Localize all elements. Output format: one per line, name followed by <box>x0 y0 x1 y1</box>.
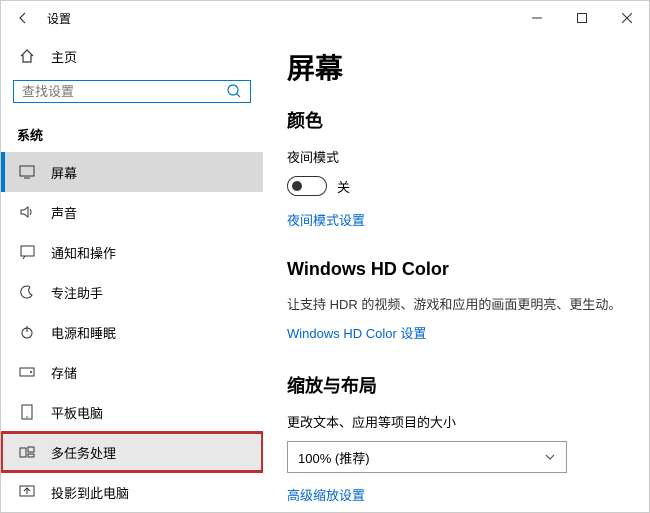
notification-icon <box>19 245 35 259</box>
nav-item-notifications[interactable]: 通知和操作 <box>1 232 263 272</box>
moon-icon <box>19 285 35 299</box>
main-content: 屏幕 颜色 夜间模式 关 夜间模式设置 Windows HD Color 让支持… <box>263 35 649 512</box>
nav-label: 电源和睡眠 <box>51 323 116 342</box>
section-hdr: Windows HD Color <box>287 259 625 280</box>
nav-label: 投影到此电脑 <box>51 483 129 502</box>
project-icon <box>19 485 35 499</box>
search-input[interactable] <box>22 84 226 99</box>
power-icon <box>19 325 35 339</box>
nav-list: 屏幕 声音 通知和操作 专注助手 电源和睡眠 存储 <box>1 152 263 512</box>
page-title: 屏幕 <box>287 47 625 87</box>
close-button[interactable] <box>604 1 649 35</box>
multitask-icon <box>19 446 35 458</box>
nav-item-tablet[interactable]: 平板电脑 <box>1 392 263 432</box>
nav-label: 屏幕 <box>51 163 77 182</box>
home-label: 主页 <box>51 47 77 66</box>
night-mode-toggle[interactable] <box>287 176 327 196</box>
nav-item-focus[interactable]: 专注助手 <box>1 272 263 312</box>
tablet-icon <box>19 404 35 420</box>
hdr-description: 让支持 HDR 的视频、游戏和应用的画面更明亮、更生动。 <box>287 294 625 313</box>
advanced-scale-link[interactable]: 高级缩放设置 <box>287 485 365 504</box>
scale-value: 100% (推荐) <box>298 448 370 467</box>
minimize-button[interactable] <box>514 1 559 35</box>
search-box[interactable] <box>13 80 251 103</box>
home-link[interactable]: 主页 <box>13 43 251 70</box>
back-button[interactable] <box>13 8 33 28</box>
nav-label: 声音 <box>51 203 77 222</box>
section-color: 颜色 <box>287 107 625 133</box>
maximize-button[interactable] <box>559 1 604 35</box>
search-icon <box>226 83 242 99</box>
storage-icon <box>19 367 35 377</box>
nav-item-power[interactable]: 电源和睡眠 <box>1 312 263 352</box>
scale-dropdown[interactable]: 100% (推荐) <box>287 441 567 473</box>
section-scale: 缩放与布局 <box>287 372 625 398</box>
nav-item-storage[interactable]: 存储 <box>1 352 263 392</box>
monitor-icon <box>19 165 35 179</box>
nav-label: 平板电脑 <box>51 403 103 422</box>
night-mode-label: 夜间模式 <box>287 147 625 166</box>
nav-label: 存储 <box>51 363 77 382</box>
nav-item-sound[interactable]: 声音 <box>1 192 263 232</box>
nav-item-multitask[interactable]: 多任务处理 <box>1 432 263 472</box>
toggle-state: 关 <box>337 177 350 196</box>
hdr-settings-link[interactable]: Windows HD Color 设置 <box>287 323 426 342</box>
nav-item-project[interactable]: 投影到此电脑 <box>1 472 263 512</box>
chevron-down-icon <box>544 453 556 461</box>
home-icon <box>19 48 35 64</box>
sidebar: 主页 系统 屏幕 声音 通知和操作 <box>1 35 263 512</box>
nav-label: 通知和操作 <box>51 243 116 262</box>
sound-icon <box>19 205 35 219</box>
nav-label: 多任务处理 <box>51 443 116 462</box>
night-mode-settings-link[interactable]: 夜间模式设置 <box>287 210 365 229</box>
nav-label: 专注助手 <box>51 283 103 302</box>
section-header: 系统 <box>13 125 251 144</box>
nav-item-display[interactable]: 屏幕 <box>1 152 263 192</box>
window-title: 设置 <box>47 10 71 27</box>
scale-label: 更改文本、应用等项目的大小 <box>287 412 625 431</box>
